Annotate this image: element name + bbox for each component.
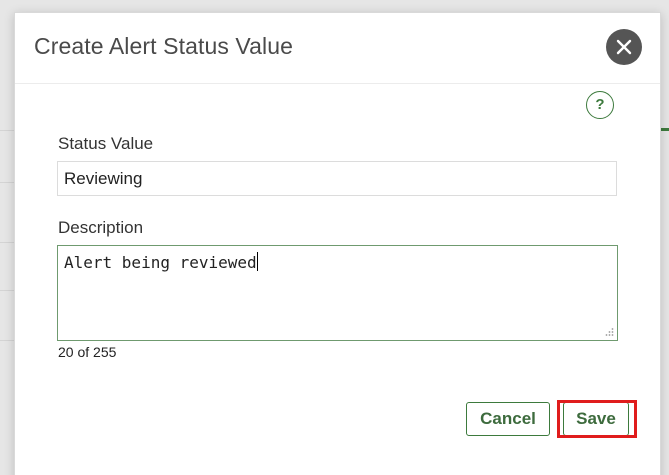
status-value-label: Status Value <box>58 134 154 153</box>
dialog-title: Create Alert Status Value <box>34 33 294 59</box>
text-caret <box>256 252 258 271</box>
save-button[interactable]: Save <box>563 402 629 436</box>
close-icon <box>616 39 632 55</box>
cancel-button[interactable]: Cancel <box>466 402 550 436</box>
help-icon: ? <box>595 96 605 113</box>
background-divider <box>0 182 14 183</box>
dialog-header: Create Alert Status Value <box>15 13 660 84</box>
help-button[interactable]: ? <box>586 91 614 119</box>
close-button[interactable] <box>606 29 642 65</box>
resize-grip-icon[interactable] <box>604 327 614 337</box>
status-value-input[interactable]: Reviewing <box>57 161 617 196</box>
description-textarea[interactable]: Alert being reviewed <box>57 245 618 341</box>
description-label: Description <box>58 218 144 237</box>
create-alert-status-dialog: Create Alert Status Value ? Status Value… <box>14 12 661 475</box>
background-divider <box>0 130 14 131</box>
background-divider <box>0 340 14 341</box>
background-divider <box>0 242 14 243</box>
character-count: 20 of 255 <box>58 344 117 360</box>
background-divider <box>0 290 14 291</box>
description-text: Alert being reviewed <box>64 253 257 272</box>
